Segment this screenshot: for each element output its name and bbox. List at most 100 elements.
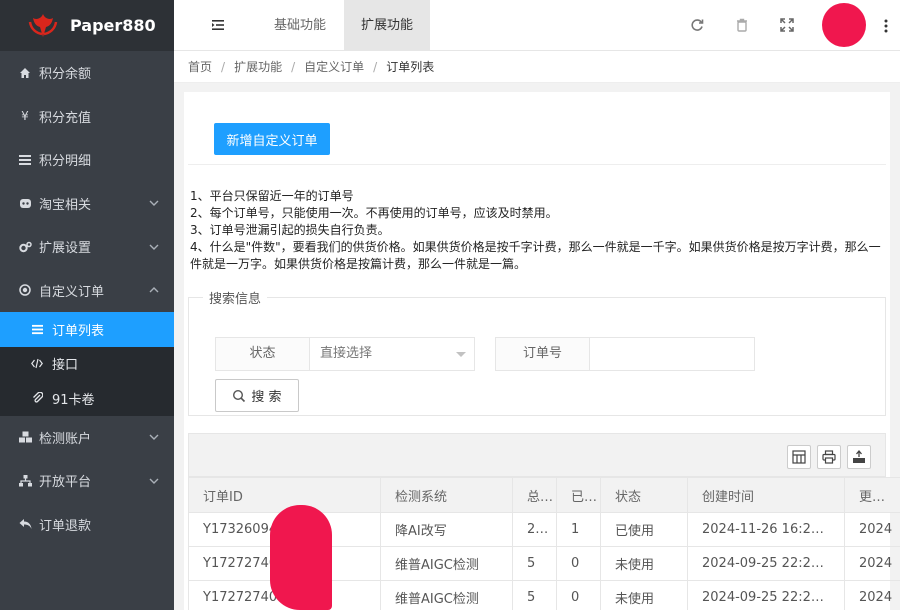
sidebar-item-label: 自定义订单 — [39, 284, 105, 300]
order-number-label: 订单号 — [496, 338, 590, 370]
col-total[interactable]: 总件数 — [512, 477, 557, 513]
cubes-icon — [17, 431, 33, 443]
caret-down-icon — [456, 352, 466, 357]
avatar[interactable] — [822, 3, 866, 47]
status-select-value[interactable]: 直接选择 — [310, 338, 474, 370]
cell-system: 维普AIGC检测 — [380, 546, 513, 581]
home-icon — [17, 67, 33, 79]
sidebar-item-custom-order[interactable]: 自定义订单 — [0, 269, 174, 313]
breadcrumb-separator: / — [373, 59, 378, 74]
notice-line: 2、每个订单号，只能使用一次。不再使用的订单号，应该及时禁用。 — [190, 206, 558, 220]
col-created[interactable]: 创建时间 — [687, 477, 845, 513]
add-custom-order-button[interactable]: 新增自定义订单 — [214, 123, 330, 155]
app-name: Paper880 — [70, 16, 156, 35]
search-panel-title: 搜索信息 — [209, 292, 262, 307]
sidebar-item-label: 积分充值 — [39, 110, 92, 126]
top-bar: 基础功能 扩展功能 — [174, 0, 900, 51]
chevron-down-icon — [149, 478, 159, 484]
cell-created: 2024-09-25 22:21:17 — [687, 580, 845, 610]
cell-used: 0 — [556, 546, 601, 581]
sidebar-item-ext-settings[interactable]: 扩展设置 — [0, 225, 174, 269]
breadcrumb-current: 订单列表 — [386, 60, 435, 74]
notice-text: 1、平台只保留近一年的订单号 2、每个订单号，只能使用一次。不再使用的订单号，应… — [190, 188, 888, 273]
notice-line: 1、平台只保留近一年的订单号 — [190, 189, 354, 203]
search-button-label: 搜 索 — [251, 390, 282, 405]
more-icon[interactable] — [880, 18, 892, 34]
cell-system: 降AI改写 — [380, 512, 513, 547]
sidebar-item-recharge[interactable]: ¥ 积分充值 — [0, 95, 174, 139]
cell-updated: 2024 — [844, 546, 900, 581]
status-label: 状态 — [216, 338, 310, 370]
cell-status: 已使用 — [600, 512, 688, 547]
sidebar-item-detect-account[interactable]: 检测账户 — [0, 416, 174, 460]
circle-dot-icon — [17, 284, 33, 296]
export-icon[interactable] — [847, 445, 871, 469]
notice-line: 3、订单号泄漏引起的损失自行负责。 — [190, 223, 390, 237]
refresh-icon[interactable] — [689, 17, 705, 33]
cell-used: 0 — [556, 580, 601, 610]
list-icon — [30, 324, 44, 335]
sidebar-item-label: 积分明细 — [39, 154, 92, 170]
sidebar-item-detail[interactable]: 积分明细 — [0, 138, 174, 182]
redaction-mark — [270, 505, 332, 610]
gears-icon — [17, 241, 33, 253]
columns-filter-icon[interactable] — [787, 445, 811, 469]
sidebar-item-label: 扩展设置 — [39, 241, 92, 257]
paperclip-icon — [30, 392, 44, 404]
cell-updated: 2024 — [844, 512, 900, 547]
sidebar-submenu: 订单列表 接口 91卡卷 — [0, 312, 174, 416]
tab-basic[interactable]: 基础功能 — [256, 0, 344, 51]
col-order-id[interactable]: 订单ID — [188, 477, 381, 513]
cell-status: 未使用 — [600, 546, 688, 581]
fullscreen-icon[interactable] — [779, 17, 795, 33]
col-updated[interactable]: 更新时间 — [844, 477, 900, 513]
col-used[interactable]: 已使用 — [556, 477, 601, 513]
sidebar-item-label: 积分余额 — [39, 67, 92, 83]
sidebar-subitem-91card[interactable]: 91卡卷 — [0, 381, 174, 416]
breadcrumb-home[interactable]: 首页 — [188, 58, 212, 75]
order-number-input[interactable] — [590, 338, 752, 370]
yen-icon: ¥ — [21, 109, 29, 124]
cell-used: 1 — [556, 512, 601, 547]
cell-created: 2024-09-25 22:21:17 — [687, 546, 845, 581]
sidebar-subitem-api[interactable]: 接口 — [0, 347, 174, 382]
sidebar-subitem-order-list[interactable]: 订单列表 — [0, 312, 174, 347]
status-placeholder: 直接选择 — [320, 346, 373, 361]
trash-icon[interactable] — [734, 17, 750, 33]
chevron-down-icon — [149, 244, 159, 250]
sidebar: Paper880 积分余额 ¥ 积分充值 积分明细 淘宝相关 扩展设置 自定义订 — [0, 0, 174, 610]
sidebar-item-taobao[interactable]: 淘宝相关 — [0, 182, 174, 226]
code-icon — [30, 358, 44, 369]
breadcrumb-custom-order[interactable]: 自定义订单 — [304, 58, 364, 75]
notice-line: 4、什么是"件数"，要看我们的供货价格。如果供货价格是按千字计费，那么一件就是一… — [190, 240, 881, 271]
sidebar-item-balance[interactable]: 积分余额 — [0, 51, 174, 95]
status-select[interactable]: 状态 直接选择 — [215, 337, 475, 371]
breadcrumb-extended[interactable]: 扩展功能 — [234, 58, 282, 75]
sidebar-item-refund[interactable]: 订单退款 — [0, 503, 174, 547]
breadcrumb: 首页 / 扩展功能 / 自定义订单 / 订单列表 — [174, 51, 900, 83]
taobao-icon — [17, 197, 33, 209]
divider — [188, 164, 886, 165]
sidebar-item-label: 检测账户 — [39, 431, 92, 447]
logo-icon — [26, 9, 60, 43]
list-icon — [17, 154, 33, 166]
search-button[interactable]: 搜 索 — [215, 379, 299, 412]
sidebar-subitem-label: 订单列表 — [52, 323, 105, 339]
sitemap-icon — [17, 474, 33, 487]
chevron-down-icon — [149, 434, 159, 441]
logo[interactable]: Paper880 — [0, 0, 174, 51]
sidebar-toggle-icon[interactable] — [210, 17, 226, 33]
cell-status: 未使用 — [600, 580, 688, 610]
col-status[interactable]: 状态 — [600, 477, 688, 513]
sidebar-item-label: 淘宝相关 — [39, 197, 92, 213]
sidebar-subitem-label: 接口 — [52, 358, 79, 374]
breadcrumb-separator: / — [221, 59, 226, 74]
tab-extended[interactable]: 扩展功能 — [344, 0, 430, 51]
print-icon[interactable] — [817, 445, 841, 469]
reply-icon — [17, 518, 33, 530]
col-detect-system[interactable]: 检测系统 — [380, 477, 513, 513]
sidebar-item-open-platform[interactable]: 开放平台 — [0, 459, 174, 503]
cell-created: 2024-11-26 16:23:48 — [687, 512, 845, 547]
cell-total: 5 — [512, 546, 557, 581]
chevron-down-icon — [149, 200, 159, 207]
